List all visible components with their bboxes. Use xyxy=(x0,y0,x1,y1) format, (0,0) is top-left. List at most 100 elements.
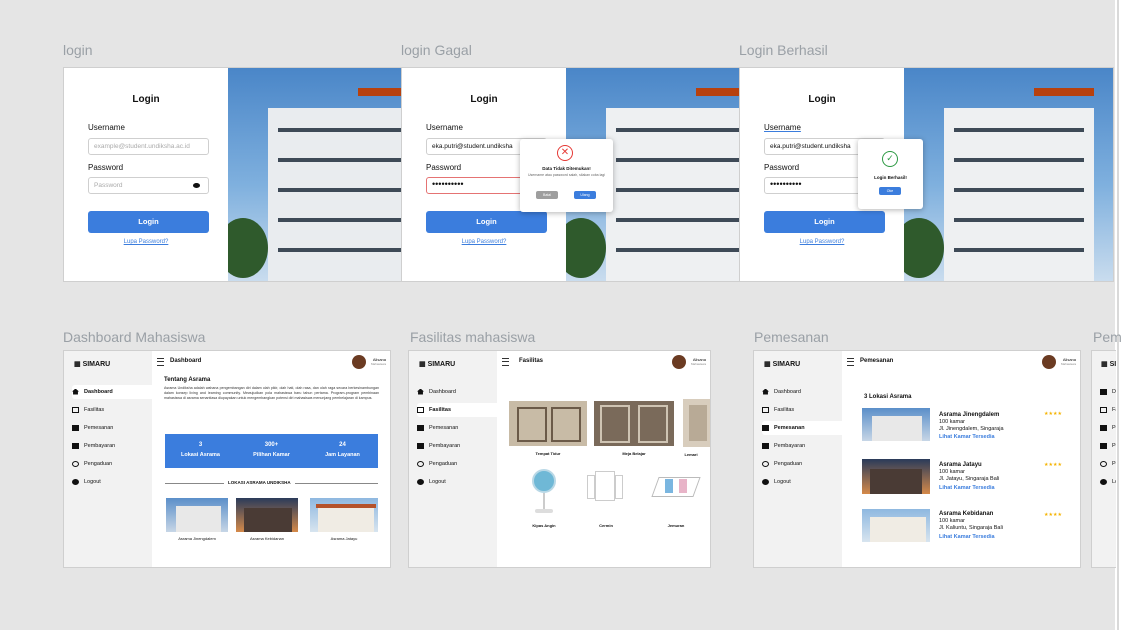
sidebar-item-dashboard[interactable]: Dashboard xyxy=(1100,385,1116,399)
fan-icon[interactable] xyxy=(527,469,561,515)
brand-name: SIMARU xyxy=(1109,361,1116,368)
login-title: Login xyxy=(470,94,498,105)
sidebar-item-pengaduan[interactable]: Pengaduan xyxy=(762,457,842,471)
frame-label-facilities: Fasilitas mahasiswa xyxy=(410,329,536,345)
location-photo[interactable] xyxy=(862,459,930,494)
user-role: Mahasiswa xyxy=(690,362,706,366)
cancel-button[interactable]: Batal xyxy=(536,191,558,199)
facility-photo[interactable] xyxy=(509,401,587,446)
logout-icon xyxy=(417,478,424,485)
sidebar-item-fasilitas[interactable]: Fasilitas xyxy=(417,403,497,417)
see-rooms-link[interactable]: Lihat Kamar Tersedia xyxy=(939,534,995,540)
scrollbar-track[interactable] xyxy=(1117,0,1119,630)
building-icon xyxy=(417,406,424,413)
facility-caption: Meja Belajar xyxy=(622,451,646,456)
see-rooms-link[interactable]: Lihat Kamar Tersedia xyxy=(939,434,995,440)
right-scrollbar[interactable] xyxy=(1115,0,1129,630)
menu-icon[interactable] xyxy=(847,358,854,366)
facility-caption: Cermin xyxy=(599,523,613,528)
sidebar-item-pembayaran[interactable]: Pembayaran xyxy=(762,439,842,453)
ok-button[interactable]: Oke xyxy=(879,187,901,195)
sidebar-item-label: Pengaduan xyxy=(84,461,113,467)
dashboard-frame: ▦ SIMARU Dashboard Fasilitas Pemesanan P… xyxy=(63,350,391,568)
forgot-password-link[interactable]: Lupa Password? xyxy=(64,239,228,245)
error-modal: ✕ Data Tidak Ditemukan! Username atau pa… xyxy=(520,139,613,212)
sidebar-item-pembayaran[interactable]: Pembayaran xyxy=(417,439,497,453)
sidebar-item-dashboard[interactable]: Dashboard xyxy=(417,385,497,399)
page-title: Pemesanan xyxy=(860,358,894,364)
support-icon xyxy=(1100,460,1107,467)
sidebar-item-label: Pengaduan xyxy=(774,461,803,467)
login-button[interactable]: Login xyxy=(764,211,885,233)
sidebar-item-pemesanan[interactable]: Pemesanan xyxy=(762,421,842,435)
sidebar-item-label: Pemesanan xyxy=(84,425,114,431)
building xyxy=(268,108,418,281)
username-input[interactable]: example@student.undiksha.ac.id xyxy=(88,138,209,155)
password-input[interactable]: Password xyxy=(88,177,209,194)
location-photo[interactable] xyxy=(862,408,930,441)
sidebar-item-logout[interactable]: Logout xyxy=(1100,475,1116,489)
sidebar-item-logout[interactable]: Logout xyxy=(762,475,842,489)
sidebar-item-pengaduan[interactable]: Pengaduan xyxy=(72,457,152,471)
stat-value: 300+ xyxy=(264,442,279,448)
location-photo[interactable] xyxy=(166,498,228,532)
about-title: Tentang Asrama xyxy=(164,377,211,383)
retry-button[interactable]: Ulang xyxy=(574,191,596,199)
location-photo[interactable] xyxy=(310,498,378,532)
sidebar-item-pemesanan[interactable]: Pemesanan xyxy=(1100,421,1116,435)
facility-photo[interactable] xyxy=(683,399,710,447)
sidebar: ▦ SIMARU Dashboard Fasilitas Pemesanan P… xyxy=(409,351,497,567)
sidebar-item-label: Pembayaran xyxy=(1112,443,1116,449)
success-modal: ✓ Login Berhasil! Oke xyxy=(858,139,923,209)
frame-label-login: login xyxy=(63,42,93,58)
location-photo[interactable] xyxy=(236,498,298,532)
facility-caption: Jemuran xyxy=(667,523,685,528)
topbar: Fasilitas Alisana Mahasiswa xyxy=(497,351,710,373)
building-icon xyxy=(762,406,769,413)
location-count-title: 3 Lokasi Asrama xyxy=(864,394,912,400)
sidebar-item-label: Fasilitas xyxy=(429,407,452,413)
sidebar-item-fasilitas[interactable]: Fasilitas xyxy=(1100,403,1116,417)
login-success-frame: Login Username eka.putri@student.undiksh… xyxy=(739,67,1114,282)
sidebar-item-logout[interactable]: Logout xyxy=(417,475,497,489)
sidebar-item-fasilitas[interactable]: Fasilitas xyxy=(762,403,842,417)
menu-icon[interactable] xyxy=(157,358,164,366)
sidebar-item-pemesanan[interactable]: Pemesanan xyxy=(72,421,152,435)
eye-icon[interactable] xyxy=(193,183,200,188)
sidebar-item-label: Dashboard xyxy=(774,389,801,395)
avatar[interactable] xyxy=(672,355,686,369)
sidebar-item-pemesanan[interactable]: Pemesanan xyxy=(417,421,497,435)
location-photo[interactable] xyxy=(862,509,930,542)
login-frame: Login Username example@student.undiksha.… xyxy=(63,67,440,282)
sidebar-item-label: Logout xyxy=(1112,479,1116,485)
sidebar-item-label: Pembayaran xyxy=(84,443,116,449)
mirror-icon[interactable] xyxy=(587,471,623,511)
brand-name: SIMARU xyxy=(82,361,111,368)
sidebar-item-pengaduan[interactable]: Pengaduan xyxy=(417,457,497,471)
forgot-password-link[interactable]: Lupa Password? xyxy=(740,239,904,245)
clothesline-icon[interactable] xyxy=(651,471,701,507)
menu-icon[interactable] xyxy=(502,358,509,366)
sidebar-item-dashboard[interactable]: Dashboard xyxy=(72,385,152,399)
login-button[interactable]: Login xyxy=(88,211,209,233)
sidebar-item-dashboard[interactable]: Dashboard xyxy=(762,385,842,399)
sidebar-item-pembayaran[interactable]: Pembayaran xyxy=(72,439,152,453)
card-icon xyxy=(1100,442,1107,449)
location-name: Asrama Kebidanan xyxy=(939,511,994,517)
location-caption: Asrama Jinengdalem xyxy=(178,536,216,541)
stat-value: 3 xyxy=(198,442,203,448)
facility-photo[interactable] xyxy=(594,401,674,446)
avatar[interactable] xyxy=(352,355,366,369)
sidebar-item-label: Fasilitas xyxy=(1112,407,1116,413)
locations-title: LOKASI ASRAMA UNDIKSHA xyxy=(224,480,295,485)
forgot-password-link[interactable]: Lupa Password? xyxy=(402,239,566,245)
sidebar-item-pembayaran[interactable]: Pembayaran xyxy=(1100,439,1116,453)
sidebar-item-label: Fasilitas xyxy=(774,407,795,413)
sidebar-item-fasilitas[interactable]: Fasilitas xyxy=(72,403,152,417)
brand-name: SIMARU xyxy=(427,361,456,368)
avatar[interactable] xyxy=(1042,355,1056,369)
see-rooms-link[interactable]: Lihat Kamar Tersedia xyxy=(939,485,995,491)
sidebar-item-pengaduan[interactable]: Pengaduan xyxy=(1100,457,1116,471)
sidebar-item-logout[interactable]: Logout xyxy=(72,475,152,489)
login-button[interactable]: Login xyxy=(426,211,547,233)
